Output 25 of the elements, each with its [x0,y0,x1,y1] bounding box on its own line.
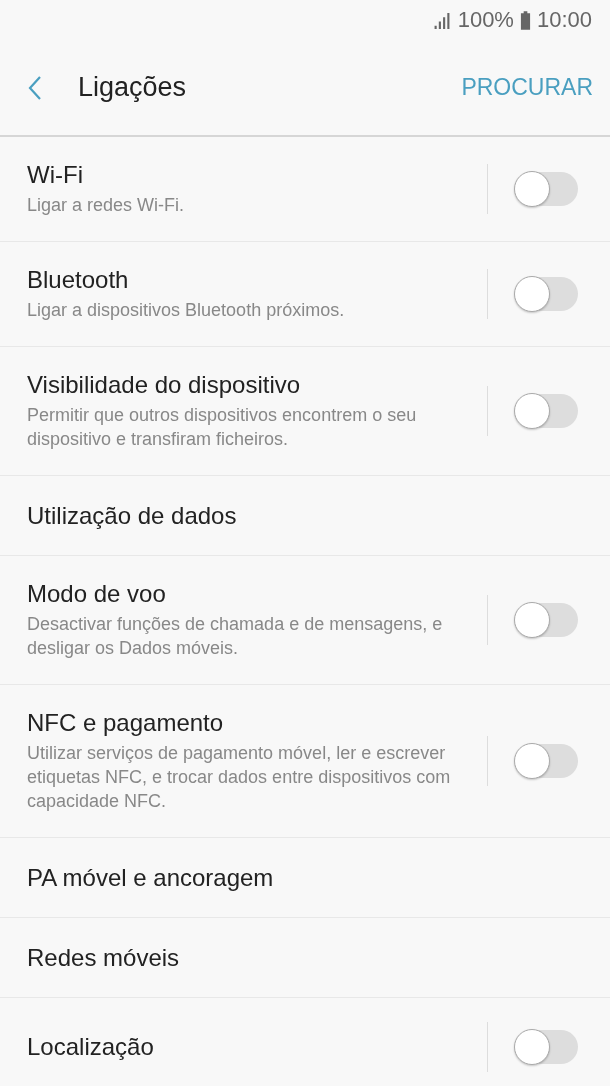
toggle-switch[interactable] [514,172,578,206]
setting-title[interactable]: NFC e pagamento [27,709,477,737]
setting-title[interactable]: Utilização de dados [27,501,578,530]
battery-icon [519,10,531,30]
setting-title[interactable]: PA móvel e ancoragem [27,863,578,892]
setting-description: Desactivar funções de chamada e de mensagens, e desligar os Dados móveis. [27,613,444,660]
battery-percent: 100% [457,7,514,33]
setting-description: Utilizar serviços de pagamento móvel, ler e escrever etiquetas NFC, e trocar dados entre dispositivos com capacidade NFC. [27,742,452,813]
setting-description: Ligar a redes Wi-Fi. [27,194,186,217]
back-icon[interactable] [28,74,42,101]
toggle-switch[interactable] [514,1030,578,1064]
setting-description: Permitir que outros dispositivos encontrem o seu dispositivo e transfiram ficheiros. [27,404,418,451]
setting-title[interactable]: Modo de voo [27,580,477,608]
screen-title: Ligações [78,72,188,103]
toggle-switch[interactable] [514,603,578,637]
clock: 10:00 [536,7,592,33]
setting-title[interactable]: Wi-Fi [27,161,477,189]
toggle-switch[interactable] [514,744,578,778]
toggle-switch[interactable] [514,277,578,311]
setting-description: Ligar a dispositivos Bluetooth próximos. [27,299,346,322]
setting-title[interactable]: Bluetooth [27,266,477,294]
toggle-switch[interactable] [514,394,578,428]
setting-title[interactable]: Redes móveis [27,943,578,972]
setting-title[interactable]: Localização [27,1033,477,1061]
setting-title[interactable]: Visibilidade do dispositivo [27,371,477,399]
